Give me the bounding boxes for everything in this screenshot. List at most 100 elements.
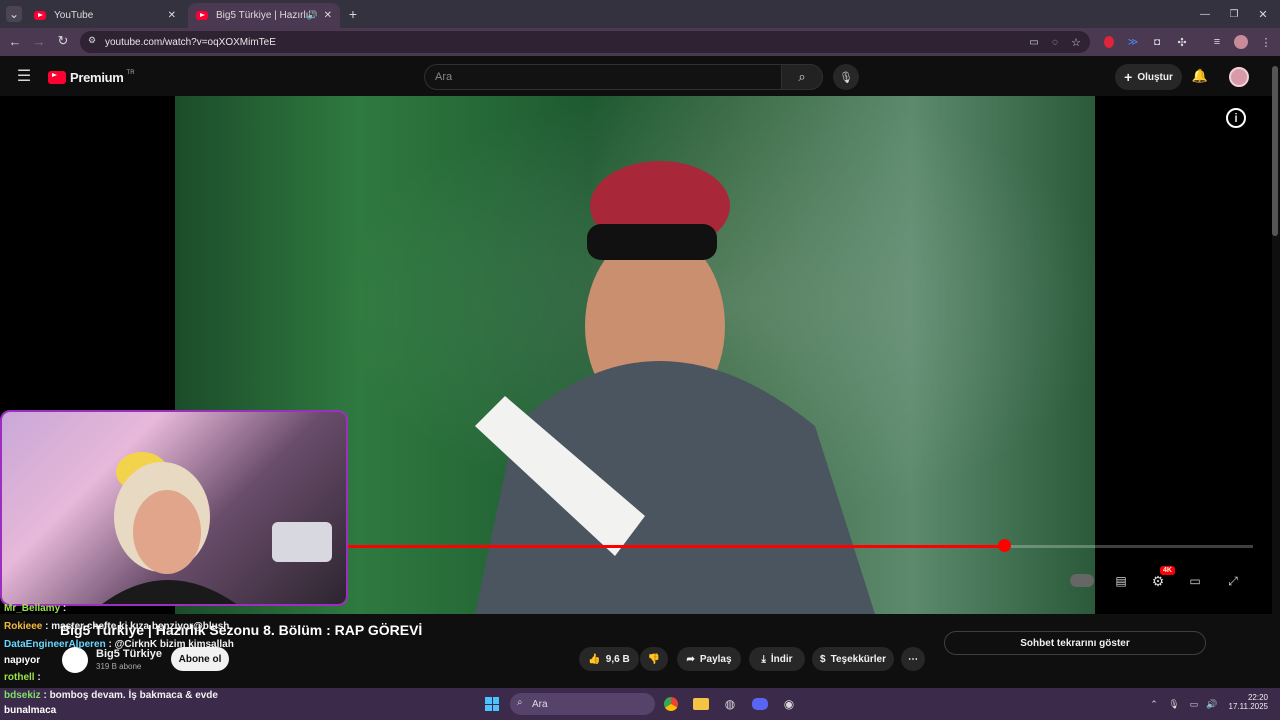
chat-message: Mr_Bellamy : — [4, 603, 66, 614]
tray-overflow-icon[interactable]: ⌃ — [1148, 698, 1160, 710]
browser-menu-icon[interactable]: ⋮ — [1259, 35, 1273, 49]
chat-text: : bomboş devam. İş bakmaca & evde — [43, 690, 218, 701]
tab-list-icon[interactable]: ⌄ — [6, 6, 22, 22]
address-bar[interactable]: ⚙ youtube.com/watch?v=oqXOXMimTeE — [80, 31, 1090, 53]
chat-user: bdsekiz — [4, 690, 41, 701]
share-button[interactable]: ➦ Paylaş — [677, 647, 741, 671]
search-input[interactable]: Ara — [424, 64, 782, 90]
tab-title: YouTube — [54, 10, 94, 21]
extensions-puzzle-icon[interactable]: ✣ — [1175, 35, 1189, 49]
account-avatar[interactable] — [1229, 67, 1249, 87]
theater-mode-icon[interactable]: ▭ — [1184, 572, 1206, 590]
extension-shield-icon[interactable]: ◘ — [1150, 35, 1164, 49]
mic-tray-icon[interactable]: 🎙 — [1168, 698, 1180, 710]
share-label: Paylaş — [699, 653, 732, 665]
reload-icon[interactable]: ↻ — [56, 33, 70, 48]
search-button[interactable]: ⌕ — [781, 64, 823, 90]
thumbs-up-icon: 👍 — [588, 653, 601, 665]
bookmark-star-icon[interactable]: ☆ — [1069, 35, 1083, 49]
eye-off-icon[interactable]: ◌ — [1048, 35, 1062, 49]
chat-message: bdsekiz : bomboş devam. İş bakmaca & evd… — [4, 690, 218, 701]
tab-title: Big5 Türkiye | Hazırlık Sezon — [216, 10, 316, 21]
autoplay-toggle[interactable] — [1070, 574, 1094, 587]
super-thanks-icon: $ — [820, 653, 826, 665]
search-icon: ⌕ — [798, 69, 806, 84]
new-tab-icon[interactable]: + — [346, 6, 360, 22]
notifications-bell-icon[interactable]: 🔔 — [1192, 68, 1208, 84]
restore-icon[interactable]: ❐ — [1227, 7, 1241, 21]
cast-icon[interactable]: ▭ — [1027, 35, 1041, 49]
chat-text: : — [37, 672, 41, 683]
chat-message: rothell : — [4, 672, 41, 683]
chat-user: Mr_Bellamy — [4, 603, 61, 614]
profile-avatar-icon[interactable] — [1234, 35, 1248, 49]
extension-red-icon[interactable] — [1104, 36, 1114, 48]
url-text: youtube.com/watch?v=oqXOXMimTeE — [105, 36, 276, 48]
forward-icon[interactable]: → — [32, 34, 46, 49]
webcam-scene — [102, 452, 332, 604]
youtube-favicon-icon — [34, 11, 46, 20]
network-icon[interactable]: ▭ — [1188, 698, 1200, 710]
chat-user: napıyor — [4, 655, 41, 666]
logo-badge: TR — [126, 69, 135, 76]
close-tab-icon[interactable]: ✕ — [168, 10, 176, 21]
download-button[interactable]: ⤓ İndir — [749, 647, 805, 671]
windows-start-icon[interactable] — [485, 697, 499, 711]
voice-search-button[interactable]: 🎙 — [833, 64, 859, 90]
chat-text: : master chefte ki kıza benziyor@blush — [45, 621, 230, 632]
more-icon: ⋯ — [908, 653, 918, 665]
close-window-icon[interactable]: ✕ — [1256, 7, 1270, 21]
chat-text: : @CirknK bizim kimsallah — [108, 639, 234, 650]
minimize-icon[interactable]: — — [1198, 7, 1212, 21]
chrome-taskbar-icon[interactable] — [664, 697, 678, 711]
chat-message: bunalmaca — [4, 705, 56, 716]
clock[interactable]: 22:20 17.11.2025 — [1222, 693, 1268, 711]
discord-icon[interactable] — [752, 698, 768, 710]
browser-tab-bar: ⌄ YouTube ✕ Big5 Türkiye | Hazırlık Sezo… — [0, 0, 1280, 28]
thanks-button[interactable]: $ Teşekkürler — [812, 647, 894, 671]
like-count: 9,6 B — [605, 653, 630, 665]
subtitles-icon[interactable]: ▤ — [1110, 572, 1132, 590]
speaker-icon[interactable]: 🔊 — [307, 10, 318, 21]
youtube-logo[interactable]: Premium TR — [48, 70, 135, 85]
chat-user: DataEngineerAlperen — [4, 639, 106, 650]
download-label: İndir — [770, 653, 793, 665]
like-button[interactable]: 👍 9,6 B — [579, 647, 639, 671]
taskbar-search[interactable]: ⌕ Ara — [510, 693, 655, 715]
microphone-icon: 🎙 — [839, 71, 853, 84]
create-label: Oluştur — [1137, 71, 1173, 83]
tab-video[interactable]: Big5 Türkiye | Hazırlık Sezon 🔊 ✕ — [188, 3, 340, 28]
taskbar-search-label: Ara — [532, 698, 548, 710]
date: 17.11.2025 — [1228, 702, 1268, 711]
logo-text: Premium — [70, 70, 124, 85]
chat-user: Rokieee — [4, 621, 43, 632]
media-controls-icon[interactable]: ≡ — [1210, 35, 1224, 49]
app-icon[interactable]: ◉ — [781, 697, 797, 711]
time: 22:20 — [1247, 693, 1268, 702]
file-explorer-icon[interactable] — [693, 698, 709, 710]
tab-youtube[interactable]: YouTube ✕ — [26, 3, 184, 28]
search-placeholder: Ara — [435, 71, 453, 83]
search-icon: ⌕ — [517, 697, 523, 708]
fullscreen-icon[interactable]: ⤢ — [1222, 572, 1244, 590]
volume-icon[interactable]: 🔊 — [1206, 698, 1218, 710]
youtube-logo-icon — [48, 71, 66, 84]
info-icon[interactable]: i — [1226, 108, 1246, 128]
close-tab-icon[interactable]: ✕ — [324, 10, 332, 21]
page-scrollbar[interactable] — [1272, 66, 1278, 236]
site-info-icon[interactable]: ⚙ — [88, 35, 96, 46]
steam-icon[interactable]: ◍ — [722, 697, 738, 711]
share-icon: ➦ — [686, 653, 695, 665]
more-actions-button[interactable]: ⋯ — [901, 647, 925, 671]
extension-blue-icon[interactable]: ≫ — [1126, 35, 1140, 49]
thanks-label: Teşekkürler — [830, 653, 886, 665]
create-button[interactable]: + Oluştur — [1115, 64, 1182, 90]
hamburger-menu-icon[interactable]: ☰ — [16, 68, 32, 85]
dislike-button[interactable]: 👎 — [640, 647, 668, 671]
chat-message: napıyor — [4, 655, 40, 666]
show-chat-replay-button[interactable]: Sohbet tekrarını göster — [944, 631, 1206, 655]
back-icon[interactable]: ← — [8, 34, 22, 49]
chat-user: rothell — [4, 672, 35, 683]
chat-message: DataEngineerAlperen : @CirknK bizim kims… — [4, 639, 234, 650]
quality-badge: 4K — [1160, 566, 1175, 575]
